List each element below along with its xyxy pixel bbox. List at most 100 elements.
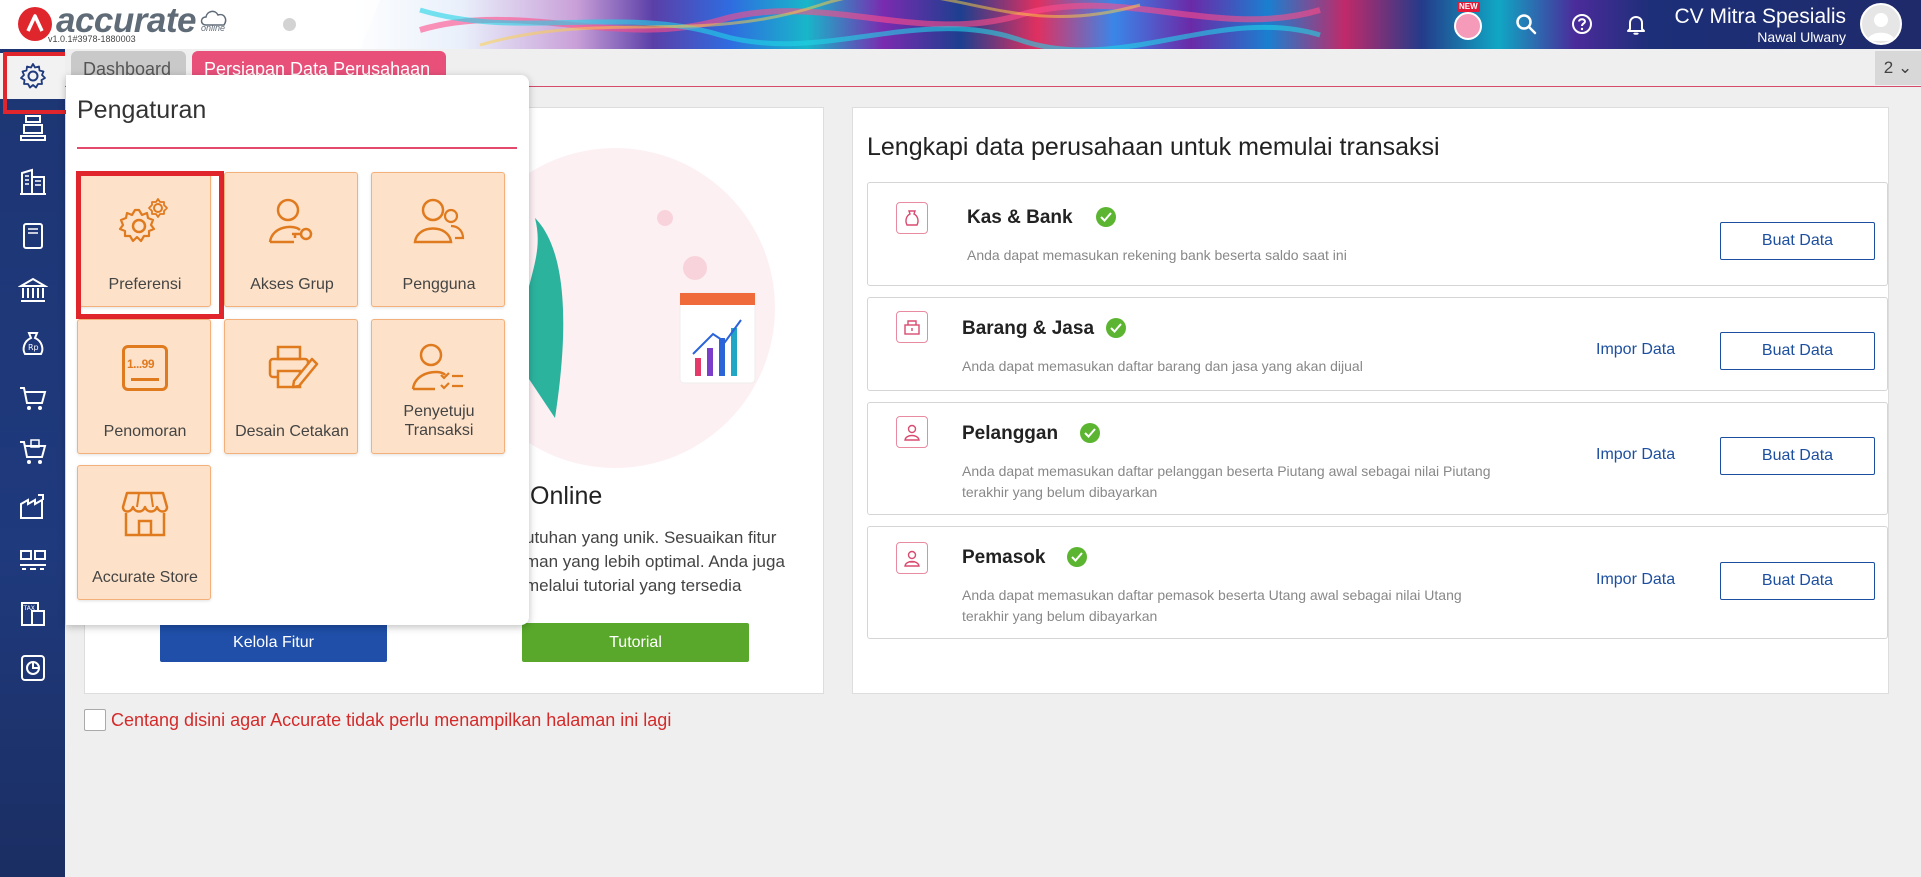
user-avatar-icon xyxy=(1867,13,1895,41)
sidebar-item-store[interactable] xyxy=(0,105,65,151)
check-circle-icon xyxy=(1067,547,1087,567)
tile-pengguna[interactable]: Pengguna xyxy=(371,172,505,307)
row-title: Barang & Jasa xyxy=(962,318,1095,339)
company-info[interactable]: CV Mitra Spesialis Nawal Ulwany xyxy=(1674,5,1846,45)
bell-icon xyxy=(1627,16,1645,35)
cart-icon xyxy=(19,387,46,410)
checklist-row-pelanggan: Pelanggan Anda dapat memasukan daftar pe… xyxy=(867,402,1888,515)
search-icon xyxy=(1516,14,1537,35)
notification-button[interactable] xyxy=(1620,8,1652,40)
search-button[interactable] xyxy=(1510,8,1542,40)
customer-icon xyxy=(896,416,928,448)
tile-akses-grup[interactable]: Akses Grup xyxy=(224,172,358,307)
bank-icon xyxy=(17,277,48,302)
user-key-icon xyxy=(262,191,322,251)
tile-label: Penomoran xyxy=(103,423,187,440)
svg-text:Rp: Rp xyxy=(28,343,39,352)
goods-box-icon xyxy=(896,311,928,343)
money-bag-icon: Rp xyxy=(22,332,43,355)
row-description-line: Anda dapat memasukan daftar pemasok bese… xyxy=(962,587,1462,603)
buat-data-button-kas-bank[interactable]: Buat Data xyxy=(1720,222,1875,260)
tile-penyetuju-transaksi[interactable]: Penyetuju Transaksi xyxy=(371,319,505,454)
sidebar-item-settings[interactable] xyxy=(0,52,71,114)
checklist-row-kas-bank: Kas & Bank Anda dapat memasukan rekening… xyxy=(867,182,1888,286)
tile-accurate-store[interactable]: Accurate Store xyxy=(77,465,211,600)
gear-icon xyxy=(19,63,46,89)
gears-icon xyxy=(115,191,175,251)
tile-label-line: Transaksi xyxy=(404,422,474,439)
sidebar-item-manufacture[interactable] xyxy=(0,483,65,529)
sidebar: Rp TAX xyxy=(0,49,71,877)
numbering-icon: 1...99 xyxy=(115,338,175,398)
row-description: Anda dapat memasukan rekening bank beser… xyxy=(967,247,1347,263)
dont-show-again-checkbox[interactable] xyxy=(84,709,106,731)
logo-mark-icon xyxy=(18,7,52,41)
sidebar-item-ledger[interactable] xyxy=(0,213,65,259)
buat-data-button-barang-jasa[interactable]: Buat Data xyxy=(1720,332,1875,370)
sidebar-item-finance[interactable]: Rp xyxy=(0,321,65,367)
kelola-fitur-button[interactable]: Kelola Fitur xyxy=(160,623,387,662)
tab-count: 2 xyxy=(1883,58,1894,77)
check-circle-icon xyxy=(1106,318,1126,338)
help-button[interactable] xyxy=(1566,8,1598,40)
cash-bank-icon xyxy=(896,202,928,234)
intro-description-line: man yang lebih optimal. Anda juga xyxy=(525,552,785,571)
sidebar-item-inventory[interactable] xyxy=(0,537,65,583)
impor-data-link-barang-jasa[interactable]: Impor Data xyxy=(1596,341,1675,359)
report-chart-icon xyxy=(20,655,45,681)
intro-description-line: utuhan yang unik. Sesuaikan fitur xyxy=(525,528,777,547)
building-icon xyxy=(19,168,46,195)
buat-data-button-pemasok[interactable]: Buat Data xyxy=(1720,562,1875,600)
tile-penomoran[interactable]: 1...99 Penomoran xyxy=(77,319,211,454)
intro-description-line: melalui tutorial yang tersedia xyxy=(525,576,742,595)
row-description: Anda dapat memasukan daftar pelanggan be… xyxy=(962,461,1490,503)
row-description-line: terakhir yang belum dibayarkan xyxy=(962,608,1158,624)
sidebar-item-bank[interactable] xyxy=(0,267,65,313)
tile-label: Penyetuju Transaksi xyxy=(372,402,506,440)
supplier-icon xyxy=(896,542,928,574)
chevron-down-icon: ⌄ xyxy=(1897,58,1913,77)
dont-show-again-option: Centang disini agar Accurate tidak perlu… xyxy=(84,709,671,731)
svg-text:TAX: TAX xyxy=(22,605,34,612)
avatar[interactable] xyxy=(1860,3,1902,45)
whats-new-button[interactable]: NEW xyxy=(1451,2,1485,42)
cloud-icon: online xyxy=(198,7,232,33)
inventory-icon xyxy=(19,550,46,570)
status-dot xyxy=(283,18,296,31)
buat-data-button-pelanggan[interactable]: Buat Data xyxy=(1720,437,1875,475)
tab-count-dropdown[interactable]: 2 ⌄ xyxy=(1875,51,1921,85)
ledger-icon xyxy=(22,223,43,249)
checklist-title: Lengkapi data perusahaan untuk memulai t… xyxy=(867,133,1440,161)
sidebar-item-company[interactable] xyxy=(0,159,65,205)
tile-preferensi[interactable]: Preferensi xyxy=(76,171,224,319)
row-description: Anda dapat memasukan daftar barang dan j… xyxy=(962,358,1363,374)
impor-data-link-pelanggan[interactable]: Impor Data xyxy=(1596,446,1675,464)
top-header: accurate online v1.0.1#3978-1880003 NEW … xyxy=(0,0,1921,49)
sidebar-item-tax[interactable]: TAX xyxy=(0,591,65,637)
sidebar-item-report[interactable] xyxy=(0,645,65,691)
user-approve-icon xyxy=(409,338,469,398)
tile-label: Accurate Store xyxy=(92,569,198,586)
company-name: CV Mitra Spesialis xyxy=(1674,5,1846,28)
dont-show-again-label[interactable]: Centang disini agar Accurate tidak perlu… xyxy=(111,710,671,731)
row-description: Anda dapat memasukan daftar pemasok bese… xyxy=(962,585,1462,627)
checklist-row-pemasok: Pemasok Anda dapat memasukan daftar pema… xyxy=(867,526,1888,639)
sidebar-item-sales[interactable] xyxy=(0,375,65,421)
version-text: v1.0.1#3978-1880003 xyxy=(48,34,136,44)
illustration-person-chart xyxy=(515,210,756,418)
tile-desain-cetakan[interactable]: Desain Cetakan xyxy=(224,319,358,454)
purchase-cart-icon xyxy=(19,439,46,464)
panel-title: Pengaturan xyxy=(77,96,207,124)
tutorial-button[interactable]: Tutorial xyxy=(522,623,749,662)
tile-label: Preferensi xyxy=(108,276,182,293)
help-icon xyxy=(1572,14,1592,34)
tile-label: Akses Grup xyxy=(250,276,334,293)
tile-label-line: Penyetuju xyxy=(403,403,475,420)
store-icon xyxy=(19,115,46,141)
panel-divider xyxy=(77,147,517,149)
factory-icon xyxy=(19,494,44,519)
check-circle-icon xyxy=(1096,207,1116,227)
impor-data-link-pemasok[interactable]: Impor Data xyxy=(1596,571,1675,589)
row-title: Pelanggan xyxy=(962,423,1059,444)
sidebar-item-purchase[interactable] xyxy=(0,429,65,475)
